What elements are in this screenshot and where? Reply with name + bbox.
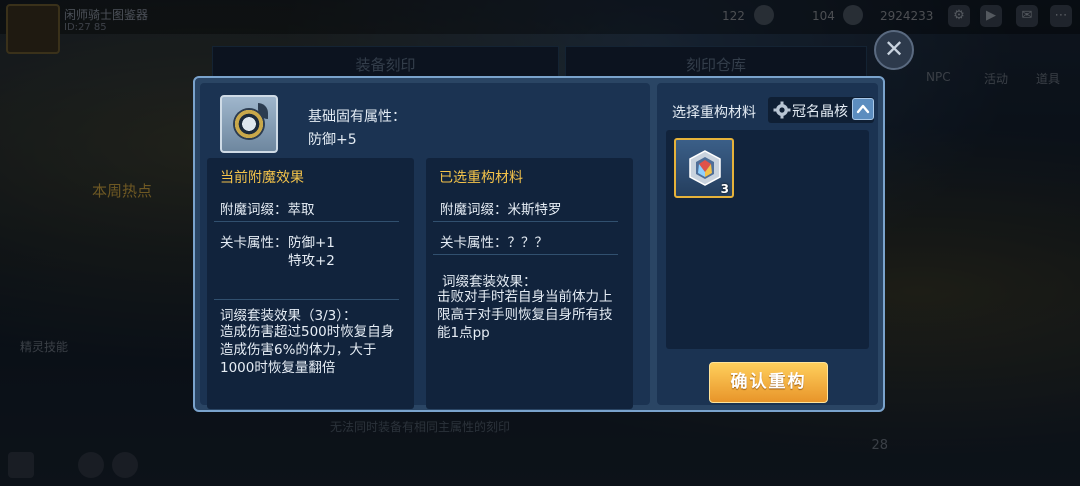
material-count: 3 <box>720 182 729 196</box>
base-attribute-title: 基础固有属性： <box>308 109 406 125</box>
material-inventory-grid: 3 <box>666 130 869 349</box>
selected-set-description: 击败对手时若自身当前体力上限高于对手则恢复自身所有技能1点pp <box>437 289 613 341</box>
material-filter-dropdown[interactable]: 冠名晶核 <box>768 97 874 123</box>
material-filter-label: 冠名晶核 <box>792 104 848 120</box>
crystal-core-icon <box>689 150 721 186</box>
selected-affix: 附魔词缀：米斯特罗 <box>440 202 562 218</box>
divider <box>433 221 618 222</box>
gear-icon <box>773 101 791 119</box>
current-set-title: 词缀套装效果（3/3）： <box>220 308 357 324</box>
divider <box>433 254 618 255</box>
material-slot[interactable]: 3 <box>674 138 734 198</box>
current-affix: 附魔词缀：萃取 <box>220 202 315 218</box>
current-enchant-box: 当前附魔效果 附魔词缀：萃取 关卡属性： 防御+1 特攻+2 词缀套装效果（3/… <box>207 158 414 409</box>
engrave-info-panel: 基础固有属性： 防御+5 当前附魔效果 附魔词缀：萃取 关卡属性： 防御+1 特… <box>200 83 650 409</box>
selected-material-heading: 已选重构材料 <box>439 170 523 186</box>
divider <box>214 299 399 300</box>
selected-set-title: 词缀套装效果： <box>442 274 537 290</box>
chevron-up-icon <box>856 104 870 114</box>
filter-toggle-button[interactable] <box>852 98 874 120</box>
divider <box>214 221 399 222</box>
material-select-heading: 选择重构材料 <box>672 105 756 121</box>
current-set-description: 造成伤害超过500时恢复自身造成伤害6%的体力，大于1000时恢复量翻倍 <box>220 324 395 376</box>
close-button[interactable]: ✕ <box>874 30 914 70</box>
engrave-item-icon <box>220 95 278 153</box>
material-select-panel: 选择重构材料 冠名晶核 3 确认重构 <box>657 83 878 405</box>
current-stage-value-2: 特攻+2 <box>288 253 335 269</box>
current-stage-label: 关卡属性： <box>220 235 288 251</box>
confirm-reforge-button[interactable]: 确认重构 <box>709 362 828 403</box>
current-stage-value-1: 防御+1 <box>288 235 335 251</box>
selected-material-box: 已选重构材料 附魔词缀：米斯特罗 关卡属性：？？？ 词缀套装效果： 击败对手时若… <box>426 158 633 409</box>
current-enchant-heading: 当前附魔效果 <box>220 170 304 186</box>
selected-stage: 关卡属性：？？？ <box>440 235 548 251</box>
base-attribute-value: 防御+5 <box>308 132 357 148</box>
reforge-dialog: 基础固有属性： 防御+5 当前附魔效果 附魔词缀：萃取 关卡属性： 防御+1 特… <box>193 76 885 412</box>
